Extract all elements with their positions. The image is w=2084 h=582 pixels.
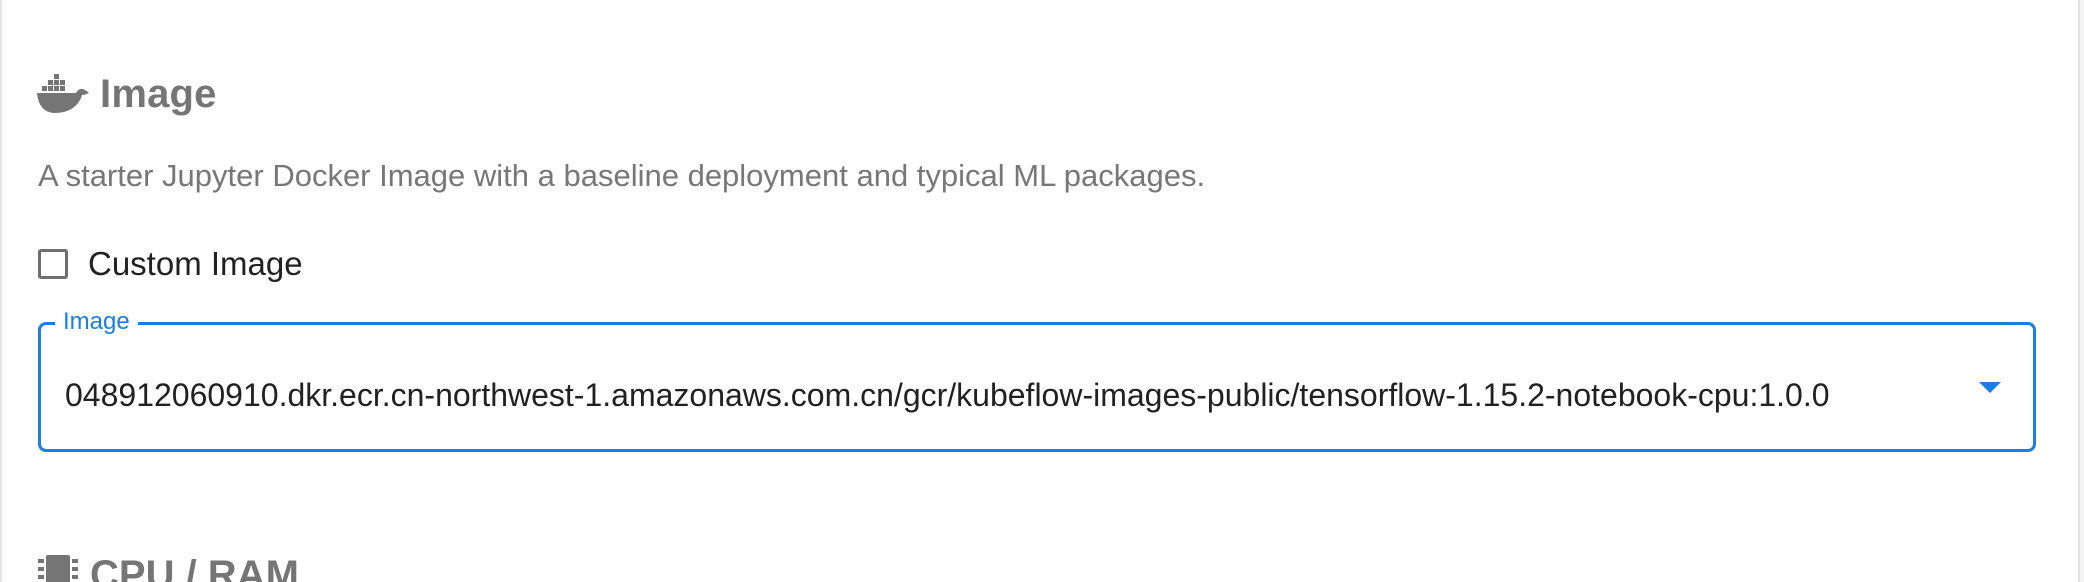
docker-icon [36, 74, 90, 114]
cpu-ram-section-title: CPU / RAM [90, 552, 299, 582]
image-select-label: Image [55, 305, 138, 339]
custom-image-checkbox[interactable] [38, 249, 68, 279]
custom-image-checkbox-row[interactable]: Custom Image [38, 244, 303, 284]
image-section-title: Image [100, 71, 217, 116]
notebook-form-page: Image A starter Jupyter Docker Image wit… [0, 0, 2084, 582]
image-select-value[interactable]: 048912060910.dkr.ecr.cn-northwest-1.amaz… [65, 377, 1990, 414]
dropdown-arrow-icon[interactable] [1979, 382, 2001, 393]
image-select[interactable]: Image 048912060910.dkr.ecr.cn-northwest-… [38, 305, 2036, 452]
cpu-ram-section-header: CPU / RAM [36, 550, 299, 582]
chip-icon [36, 553, 80, 582]
custom-image-label[interactable]: Custom Image [88, 245, 303, 283]
panel-left-border [0, 0, 2, 582]
panel-right-edge [2078, 0, 2084, 582]
image-section-description: A starter Jupyter Docker Image with a ba… [38, 158, 1206, 193]
image-section-header: Image [36, 64, 217, 124]
